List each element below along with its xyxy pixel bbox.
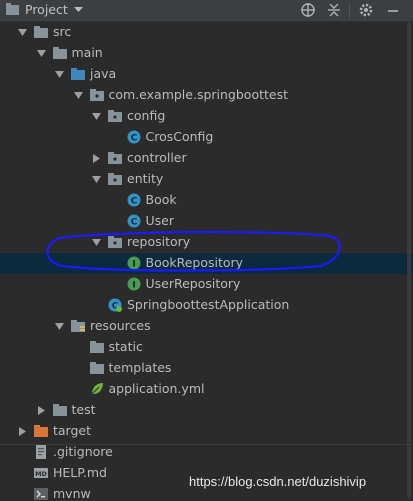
tree-row[interactable]: .gitignore bbox=[0, 442, 413, 463]
tree-item-label: .gitignore bbox=[53, 444, 113, 459]
spring-class-icon: C bbox=[108, 298, 122, 312]
project-tree: src main java com.example.springboottest con… bbox=[0, 22, 413, 501]
expand-arrow-down-icon[interactable] bbox=[36, 49, 46, 58]
tree-item-label: User bbox=[145, 213, 175, 228]
tree-row[interactable]: templates bbox=[0, 358, 413, 379]
package-icon bbox=[108, 235, 122, 249]
tree-item-label: test bbox=[71, 402, 96, 417]
folder-icon bbox=[89, 340, 104, 354]
tree-item-label: templates bbox=[108, 360, 172, 375]
expand-arrow-right-icon[interactable] bbox=[37, 406, 46, 415]
tree-item-label: entity bbox=[127, 171, 164, 186]
tree-row[interactable]: application.yml bbox=[0, 379, 413, 400]
tree-row[interactable]: C CrosConfig bbox=[0, 127, 413, 148]
source-folder-icon bbox=[71, 67, 85, 81]
tree-item-label: controller bbox=[127, 150, 187, 165]
tree-row[interactable]: test bbox=[0, 400, 413, 421]
svg-text:I: I bbox=[132, 281, 135, 291]
watermark-text: https://blog.csdn.net/duzishivip bbox=[189, 474, 367, 489]
svg-text:I: I bbox=[132, 260, 135, 270]
resources-folder-icon bbox=[71, 319, 85, 333]
project-tool-window-header: Project bbox=[0, 0, 413, 22]
chevron-down-icon[interactable] bbox=[74, 7, 83, 13]
project-folder-icon bbox=[6, 3, 19, 15]
expand-arrow-down-icon[interactable] bbox=[92, 112, 101, 121]
minimize-icon[interactable] bbox=[385, 2, 401, 18]
package-icon bbox=[89, 88, 104, 102]
tree-row[interactable]: C SpringboottestApplication bbox=[0, 295, 413, 316]
expand-arrow-down-icon[interactable] bbox=[73, 91, 83, 100]
tree-row[interactable]: config bbox=[0, 106, 413, 127]
tree-item-label: Book bbox=[145, 192, 177, 207]
tree-row[interactable]: C User bbox=[0, 211, 413, 232]
svg-text:C: C bbox=[130, 134, 137, 144]
tree-row[interactable]: entity bbox=[0, 169, 413, 190]
tree-item-label: com.example.springboottest bbox=[108, 87, 289, 102]
expand-arrow-down-icon[interactable] bbox=[92, 175, 101, 184]
project-view-title[interactable]: Project bbox=[25, 2, 68, 17]
tree-item-label: SpringboottestApplication bbox=[127, 297, 290, 312]
svg-text:C: C bbox=[130, 218, 137, 228]
crosshair-icon[interactable] bbox=[300, 2, 316, 18]
tree-row[interactable]: I UserRepository bbox=[0, 274, 413, 295]
tree-item-label: CrosConfig bbox=[145, 129, 214, 144]
tree-item-label: target bbox=[53, 423, 92, 438]
tree-row[interactable]: src bbox=[0, 22, 413, 43]
expand-arrow-down-icon[interactable] bbox=[55, 70, 64, 79]
tree-item-label: repository bbox=[127, 234, 191, 249]
script-icon bbox=[34, 487, 48, 501]
tree-item-label: mvnw bbox=[53, 486, 91, 501]
gear-icon[interactable] bbox=[358, 2, 374, 18]
interface-icon: I bbox=[127, 277, 141, 291]
gitignore-icon bbox=[34, 445, 48, 459]
tree-item-label: application.yml bbox=[108, 381, 205, 396]
interface-icon: I bbox=[127, 256, 141, 270]
tree-item-label: java bbox=[90, 66, 117, 81]
tree-row[interactable]: com.example.springboottest bbox=[0, 85, 413, 106]
vertical-scrollbar[interactable] bbox=[406, 22, 412, 498]
tree-item-label: UserRepository bbox=[145, 276, 241, 291]
folder-icon bbox=[34, 25, 48, 39]
tree-row[interactable]: C Book bbox=[0, 190, 413, 211]
tree-row[interactable]: main bbox=[0, 43, 413, 64]
package-icon bbox=[108, 109, 122, 123]
collapse-icon[interactable] bbox=[326, 2, 342, 18]
tree-row[interactable]: controller bbox=[0, 148, 413, 169]
expand-arrow-down-icon[interactable] bbox=[92, 238, 101, 247]
tree-item-label: static bbox=[108, 339, 143, 354]
package-icon bbox=[108, 151, 122, 165]
svg-text:MD: MD bbox=[35, 470, 47, 478]
tree-row[interactable]: static bbox=[0, 337, 413, 358]
package-icon bbox=[108, 172, 122, 186]
tree-item-label: config bbox=[127, 108, 166, 123]
tree-row[interactable]: I BookRepository bbox=[0, 253, 413, 274]
tree-separator bbox=[0, 444, 413, 445]
folder-icon bbox=[89, 361, 104, 375]
excluded-folder-icon bbox=[34, 424, 48, 438]
class-icon: C bbox=[127, 214, 141, 228]
class-icon: C bbox=[127, 130, 141, 144]
tree-row[interactable]: repository bbox=[0, 232, 413, 253]
tree-item-label: main bbox=[71, 45, 103, 60]
svg-text:C: C bbox=[130, 197, 137, 207]
tree-item-label: BookRepository bbox=[145, 255, 244, 270]
expand-arrow-right-icon[interactable] bbox=[92, 154, 101, 163]
header-separator bbox=[349, 3, 350, 18]
expand-arrow-right-icon[interactable] bbox=[18, 427, 27, 436]
tree-item-label: HELP.md bbox=[53, 465, 107, 480]
expand-arrow-down-icon[interactable] bbox=[18, 28, 27, 37]
tree-row[interactable]: java bbox=[0, 64, 413, 85]
tree-row[interactable]: target bbox=[0, 421, 413, 442]
tree-item-label: resources bbox=[90, 318, 151, 333]
class-icon: C bbox=[127, 193, 141, 207]
expand-arrow-down-icon[interactable] bbox=[55, 322, 64, 331]
tree-item-label: src bbox=[53, 24, 72, 39]
folder-icon bbox=[52, 46, 67, 60]
markdown-icon: MD bbox=[34, 466, 48, 480]
yml-icon bbox=[90, 382, 104, 396]
tree-row[interactable]: resources bbox=[0, 316, 413, 337]
folder-icon bbox=[52, 403, 67, 417]
